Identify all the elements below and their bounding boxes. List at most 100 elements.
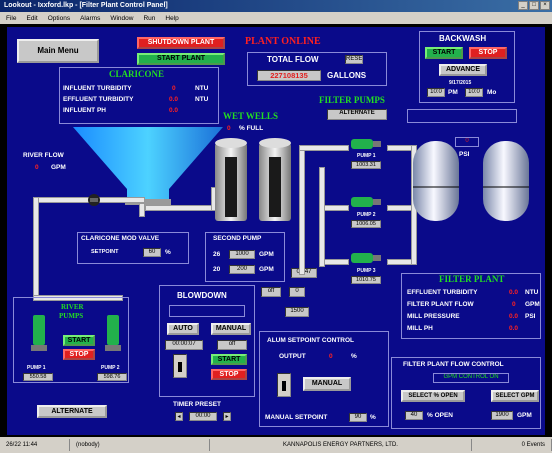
influent-turbidity-label: INFLUENT TURBIDITY [63, 85, 132, 92]
main-menu-button[interactable]: Main Menu [17, 39, 99, 63]
river-pump-2-label: PUMP 2 [101, 365, 120, 371]
backwash-time2[interactable]: 10:0 [465, 88, 483, 97]
menu-bar: File Edit Options Alarms Window Run Help [0, 12, 552, 24]
filter-branch-pipe-1 [299, 145, 349, 151]
blowdown-stop-button[interactable]: STOP [211, 369, 247, 380]
second-pump-row1-id: 26 [213, 251, 221, 258]
river-pumps-title-1: RIVER [61, 303, 84, 311]
blowdown-off-value: off [217, 340, 247, 350]
blowdown-status-box [169, 305, 245, 317]
start-plant-button[interactable]: START PLANT [137, 53, 225, 65]
status-bar: 26/22 11:44 (nobody) KANNAPOLIS ENERGY P… [0, 437, 552, 453]
filter-pump-1-value: 1003.31 [351, 161, 381, 169]
control-panel-canvas: Main Menu SHUTDOWN PLANT START PLANT PLA… [6, 26, 546, 436]
menu-window[interactable]: Window [110, 15, 133, 22]
influent-ph-value: 0.0 [169, 107, 179, 114]
filter-effluent-unit: NTU [525, 289, 539, 296]
maximize-button[interactable]: □ [529, 1, 539, 10]
filter-pump-3-icon[interactable] [347, 249, 383, 267]
total-flow-label: TOTAL FLOW [267, 55, 319, 64]
wet-wells-tanks-icon [215, 138, 291, 221]
filter-pump-1-icon[interactable] [347, 135, 383, 153]
wet-wells-value: 0 [227, 125, 231, 132]
gpm-input[interactable]: 1900 [491, 411, 513, 420]
window-controls: _ □ × [518, 1, 550, 10]
mill-pressure-value: 0.0 [509, 313, 519, 320]
filter-pump-2-icon[interactable] [347, 193, 383, 211]
filter-flow-unit: GPM [525, 301, 540, 308]
menu-options[interactable]: Options [48, 15, 70, 22]
menu-help[interactable]: Help [165, 15, 178, 22]
percent-open-input[interactable]: 40 [405, 411, 423, 420]
river-pump-1-icon[interactable] [29, 313, 49, 353]
blowdown-toggle-switch[interactable] [173, 354, 187, 378]
filter-pumps-alternate-button[interactable]: ALTERNATE [327, 109, 387, 120]
backwash-pm: PM [448, 89, 458, 96]
mill-ph-label: MILL PH [407, 325, 433, 332]
influent-ph-label: INFLUENT PH [63, 107, 106, 114]
timer-preset-value[interactable]: 00:00 [189, 412, 217, 421]
mod-valve-setpoint-input[interactable]: 60 [143, 248, 161, 257]
river-pumps-title-2: PUMPS [59, 312, 84, 320]
timer-preset-decrement[interactable]: ◂ [175, 412, 183, 421]
blowdown-manual-button[interactable]: MANUAL [211, 323, 251, 335]
filter-pump-2-value: 1006.05 [351, 220, 381, 228]
menu-alarms[interactable]: Alarms [80, 15, 100, 22]
manual-setpoint-unit: % [370, 414, 376, 421]
filter-riser-pipe [319, 167, 325, 267]
select-percent-open-button[interactable]: SELECT % OPEN [401, 390, 465, 402]
minimize-button[interactable]: _ [518, 1, 528, 10]
mill-pressure-label: MILL PRESSURE [407, 313, 460, 320]
mill-ph-value: 0.0 [509, 325, 519, 332]
filter-header-pipe [299, 145, 305, 275]
timer-preset-increment[interactable]: ▸ [223, 412, 231, 421]
river-alternate-button[interactable]: ALTERNATE [37, 405, 107, 418]
reset-flow-button[interactable]: RESET [345, 55, 363, 64]
alum-title: ALUM SETPOINT CONTROL [267, 337, 355, 344]
claricone-title: CLARICONE [109, 69, 165, 79]
river-stop-button[interactable]: STOP [63, 349, 95, 360]
backwash-mo: Mo [487, 89, 497, 96]
blowdown-off-indicator: off [261, 287, 281, 297]
cone-outlet-pipe [145, 205, 215, 211]
filter-flow-value: 0 [512, 301, 516, 308]
influent-turbidity-value: 0 [172, 85, 176, 92]
status-time: 26/22 11:44 [0, 439, 70, 451]
backwash-stop-button[interactable]: STOP [469, 47, 507, 59]
mill-pressure-unit: PSI [525, 313, 536, 320]
river-pump-1-value: 550.58 [23, 373, 53, 381]
menu-run[interactable]: Run [143, 15, 155, 22]
backwash-date: 9/17/2015 [449, 80, 472, 86]
blowdown-auto-button[interactable]: AUTO [167, 323, 199, 335]
river-start-button[interactable]: START [63, 335, 95, 346]
river-flow-value: 0 [35, 164, 39, 171]
menu-file[interactable]: File [6, 15, 16, 22]
backwash-time1[interactable]: 10:0 [427, 88, 445, 97]
close-button[interactable]: × [540, 1, 550, 10]
select-gpm-button[interactable]: SELECT GPM [491, 390, 539, 402]
filter-pump-2-label: PUMP 2 [357, 212, 376, 218]
shutdown-plant-button[interactable]: SHUTDOWN PLANT [137, 37, 225, 49]
claricone-tank-icon [73, 127, 223, 205]
filter-pump-3-value: 1010.75 [351, 276, 381, 284]
backwash-start-button[interactable]: START [425, 47, 463, 59]
second-pump-row2-unit: GPM [259, 266, 274, 273]
second-pump-row1-value[interactable]: 1000 [229, 250, 255, 259]
second-pump-row1-unit: GPM [259, 251, 274, 258]
manual-setpoint-input[interactable]: 90 [349, 413, 367, 422]
effluent-turbidity-unit: NTU [195, 96, 209, 103]
river-flow-label: RIVER FLOW [23, 152, 64, 159]
percent-open-unit: % OPEN [427, 412, 454, 419]
second-pump-title: SECOND PUMP [213, 235, 262, 242]
second-pump-row2-value[interactable]: 200 [229, 265, 255, 274]
mod-valve-title: CLARICONE MOD VALVE [81, 235, 160, 242]
mod-valve-unit: % [165, 249, 171, 256]
blowdown-start-button[interactable]: START [211, 354, 247, 365]
alum-toggle-switch[interactable] [277, 373, 291, 397]
river-pump-2-icon[interactable] [103, 313, 123, 353]
backwash-advance-button[interactable]: ADVANCE [439, 64, 487, 76]
river-valve-icon[interactable] [87, 193, 101, 207]
alum-manual-button[interactable]: MANUAL [303, 377, 351, 391]
menu-edit[interactable]: Edit [26, 15, 37, 22]
filter-pump-1-label: PUMP 1 [357, 153, 376, 159]
